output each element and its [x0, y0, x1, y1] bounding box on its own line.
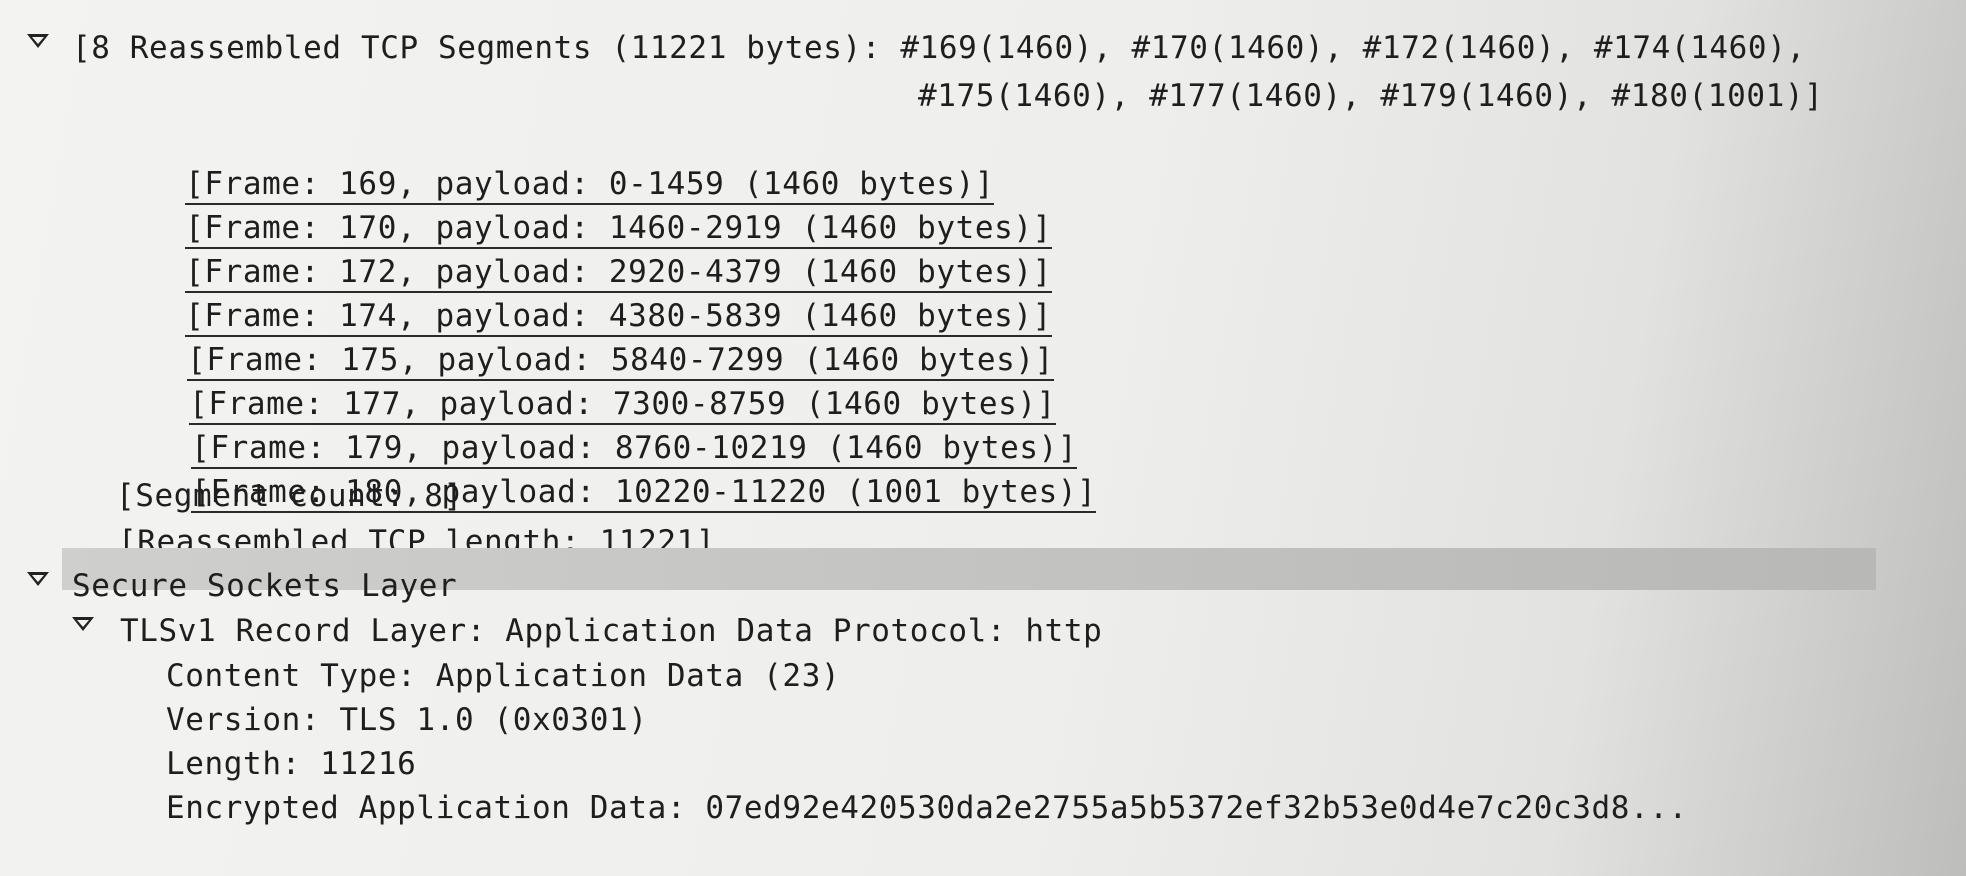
- encrypted-application-data-field[interactable]: Encrypted Application Data: 07ed92e42053…: [166, 788, 1688, 828]
- content-type-field[interactable]: Content Type: Application Data (23): [166, 656, 840, 696]
- collapse-ssl-icon[interactable]: [27, 572, 49, 586]
- tls-record-layer-node[interactable]: TLSv1 Record Layer: Application Data Pro…: [120, 611, 1102, 651]
- collapse-reassembled-icon[interactable]: [27, 34, 49, 48]
- secure-sockets-layer-node[interactable]: Secure Sockets Layer: [72, 566, 457, 606]
- reassembled-tcp-segments-node[interactable]: [8 Reassembled TCP Segments (11221 bytes…: [72, 28, 1806, 68]
- collapse-tls-record-icon[interactable]: [72, 617, 94, 631]
- version-field[interactable]: Version: TLS 1.0 (0x0301): [166, 700, 648, 740]
- reassembled-tcp-segments-node-continued[interactable]: #175(1460), #177(1460), #179(1460), #180…: [918, 76, 1823, 116]
- segment-count-field[interactable]: [Segment count: 8]: [116, 476, 463, 516]
- packet-details-tree: [8 Reassembled TCP Segments (11221 bytes…: [0, 0, 1966, 876]
- length-field[interactable]: Length: 11216: [166, 744, 416, 784]
